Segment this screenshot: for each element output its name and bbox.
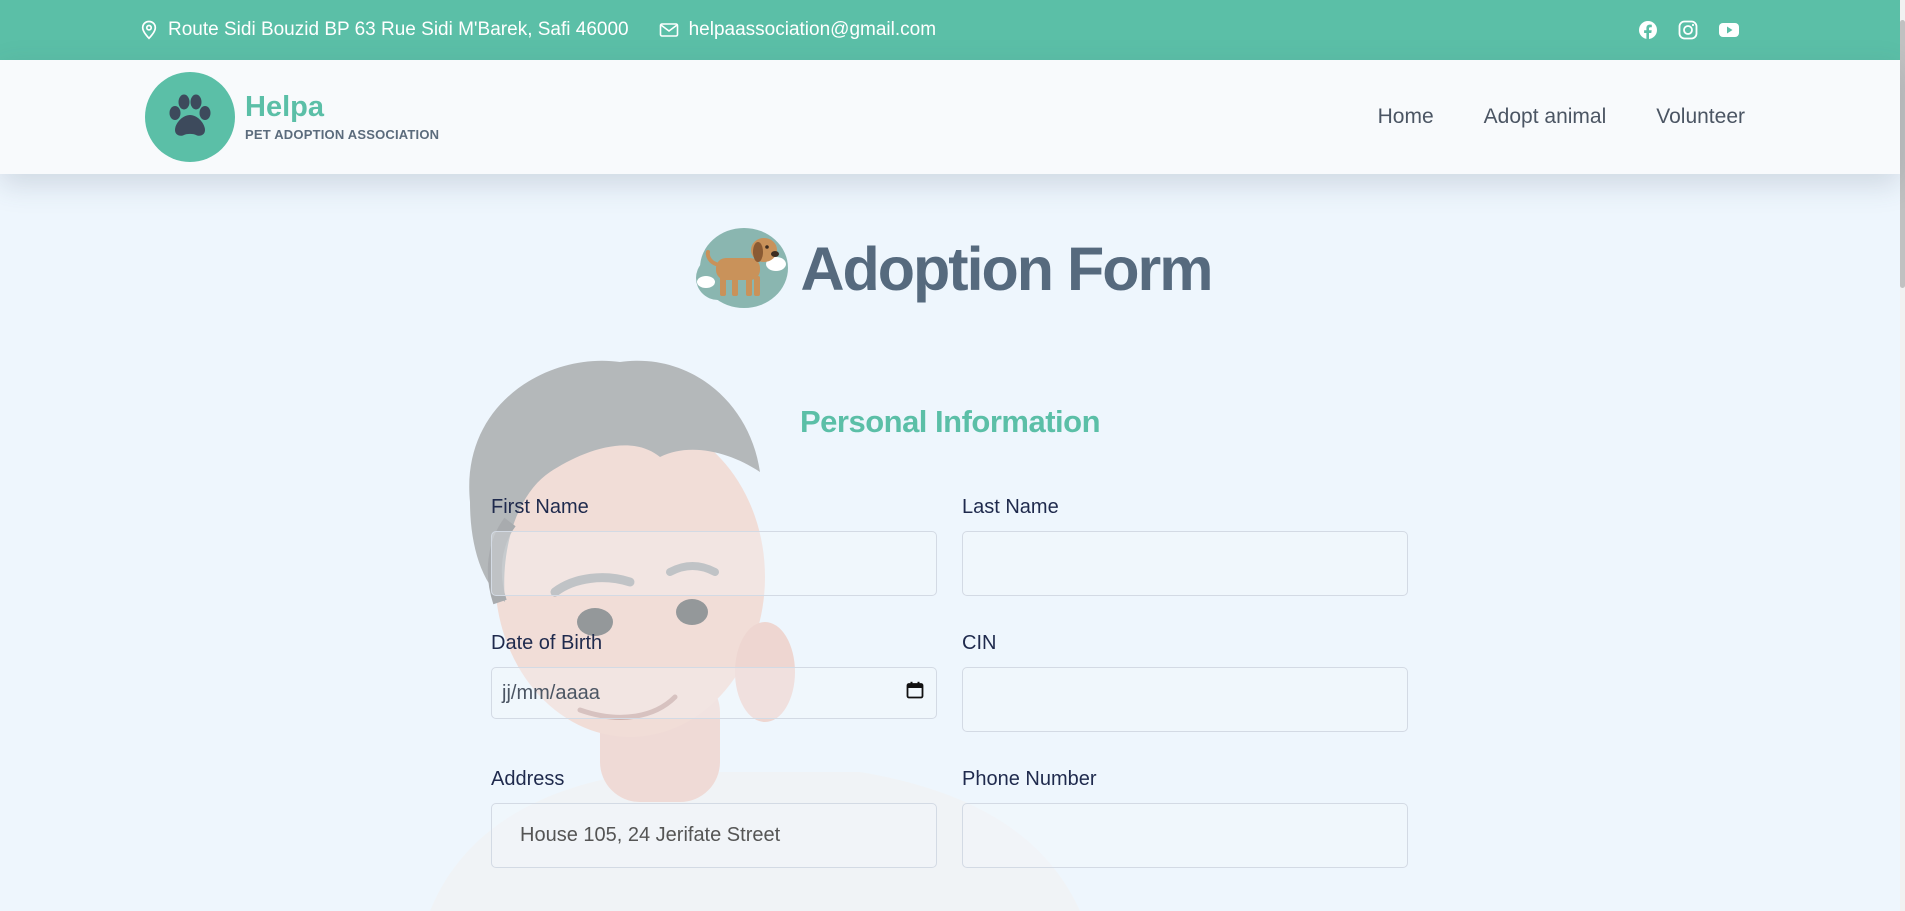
address-placeholder: House 105, 24 Jerifate Street bbox=[520, 824, 781, 846]
scrollbar[interactable] bbox=[1900, 0, 1905, 911]
brand-tagline: PET ADOPTION ASSOCIATION bbox=[245, 127, 440, 143]
top-bar: Route Sidi Bouzid BP 63 Rue Sidi M'Barek… bbox=[0, 0, 1900, 60]
email-link[interactable]: helpaassociation@gmail.com bbox=[689, 19, 936, 41]
cin-group: CIN bbox=[962, 632, 1408, 732]
phone-group: Phone Number bbox=[962, 768, 1408, 868]
nav-item-volunteer[interactable]: Volunteer bbox=[1656, 105, 1745, 129]
calendar-icon[interactable] bbox=[906, 681, 924, 705]
address-input[interactable]: House 105, 24 Jerifate Street bbox=[491, 803, 937, 868]
page-title: Adoption Form bbox=[800, 234, 1213, 303]
social-links bbox=[1638, 20, 1740, 40]
phone-label: Phone Number bbox=[962, 768, 1097, 790]
phone-input[interactable] bbox=[962, 803, 1408, 868]
contact-info: Route Sidi Bouzid BP 63 Rue Sidi M'Barek… bbox=[140, 19, 936, 41]
address-group: Address House 105, 24 Jerifate Street bbox=[491, 768, 937, 868]
dob-placeholder: jj/mm/aaaa bbox=[502, 681, 600, 704]
brand-text: Helpa PET ADOPTION ASSOCIATION bbox=[245, 90, 440, 143]
dob-label: Date of Birth bbox=[491, 632, 603, 654]
cin-input[interactable] bbox=[962, 667, 1408, 732]
brand[interactable]: Helpa PET ADOPTION ASSOCIATION bbox=[145, 72, 439, 162]
dob-input[interactable]: jj/mm/aaaa bbox=[491, 667, 937, 719]
nav-item-home[interactable]: Home bbox=[1378, 105, 1434, 129]
section-title: Personal Information bbox=[799, 404, 1101, 439]
youtube-icon[interactable] bbox=[1718, 22, 1740, 38]
dob-group: Date of Birth jj/mm/aaaa bbox=[491, 632, 937, 719]
mail-icon bbox=[659, 22, 679, 38]
address-item: Route Sidi Bouzid BP 63 Rue Sidi M'Barek… bbox=[140, 19, 629, 41]
first-name-group: First Name bbox=[491, 496, 937, 596]
main-navbar: Helpa PET ADOPTION ASSOCIATION Home Adop… bbox=[0, 60, 1900, 174]
nav-item-adopt-animal[interactable]: Adopt animal bbox=[1484, 105, 1607, 129]
email-item[interactable]: helpaassociation@gmail.com bbox=[659, 19, 936, 41]
facebook-icon[interactable] bbox=[1638, 20, 1658, 40]
title-row: Adoption Form bbox=[0, 220, 1900, 317]
instagram-icon[interactable] bbox=[1678, 20, 1698, 40]
map-pin-icon bbox=[140, 20, 158, 40]
paw-logo-icon bbox=[145, 72, 235, 162]
address-label: Address bbox=[491, 768, 565, 790]
scrollbar-thumb[interactable] bbox=[1900, 20, 1905, 288]
first-name-label: First Name bbox=[491, 496, 589, 518]
nav-menu: Home Adopt animal Volunteer bbox=[1378, 105, 1745, 129]
cin-label: CIN bbox=[962, 632, 997, 654]
address-text: Route Sidi Bouzid BP 63 Rue Sidi M'Barek… bbox=[168, 19, 629, 40]
first-name-input[interactable] bbox=[491, 531, 937, 596]
last-name-label: Last Name bbox=[962, 496, 1059, 518]
brand-name: Helpa bbox=[245, 90, 324, 123]
dog-illustration-icon bbox=[688, 220, 792, 317]
last-name-input[interactable] bbox=[962, 531, 1408, 596]
main-content: Adoption Form Personal Information First… bbox=[0, 174, 1900, 911]
last-name-group: Last Name bbox=[962, 496, 1408, 596]
